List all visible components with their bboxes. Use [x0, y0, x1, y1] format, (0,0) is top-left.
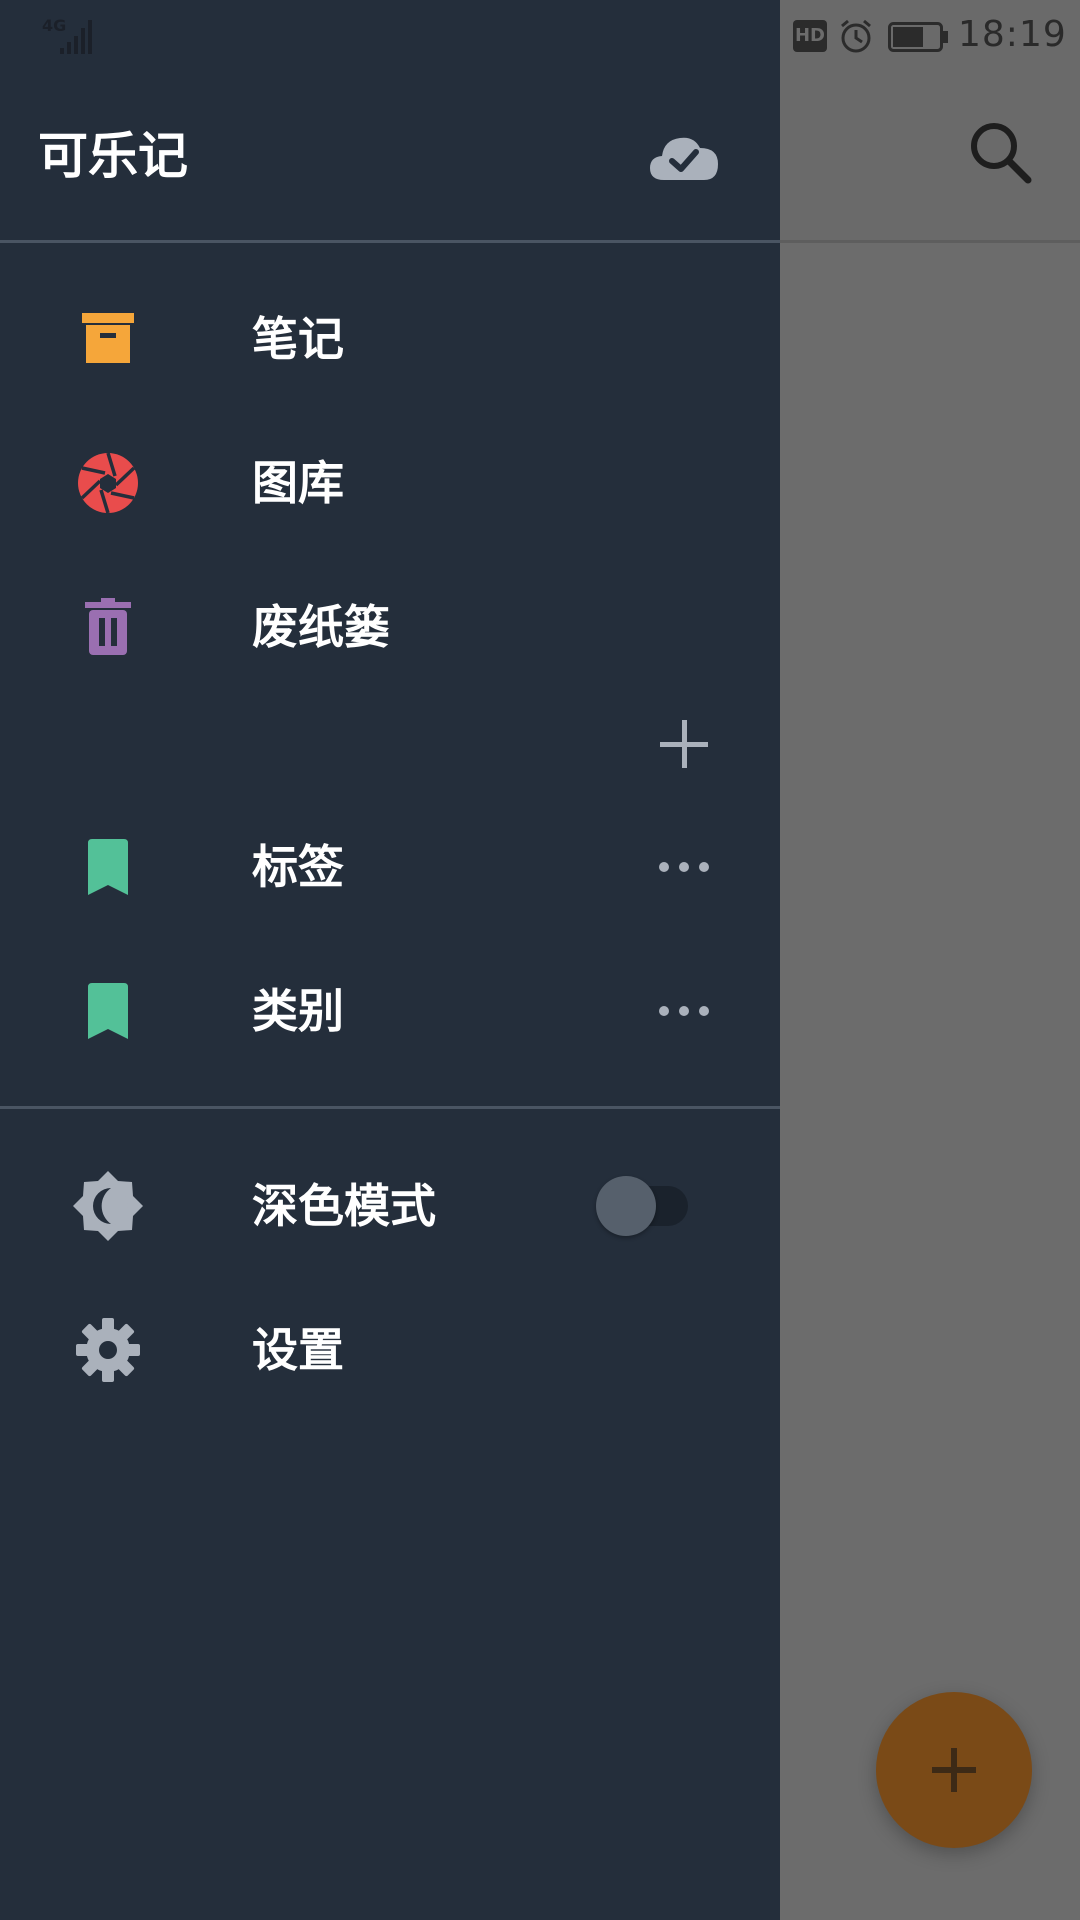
- more-options-icon[interactable]: [656, 993, 712, 1029]
- navigation-drawer: 可乐记 笔记 图库 废纸篓 标签 类别 深色模式 设置: [0, 0, 780, 1920]
- bookmark-icon: [72, 981, 144, 1041]
- menu-item-label: 深色模式: [252, 1179, 436, 1233]
- hd-badge: HD: [793, 20, 827, 52]
- app-title: 可乐记: [38, 127, 188, 185]
- menu-item-label: 标签: [252, 840, 344, 894]
- gear-icon: [72, 1318, 144, 1382]
- clock: 18:19: [958, 14, 1067, 55]
- menu-item-tags[interactable]: 标签: [0, 807, 780, 927]
- dark-mode-toggle[interactable]: [596, 1176, 692, 1236]
- menu-item-label: 笔记: [252, 312, 344, 366]
- bookmark-icon: [72, 837, 144, 897]
- cloud-check-icon[interactable]: [648, 130, 720, 182]
- camera-aperture-icon: [72, 452, 144, 514]
- battery-icon: [888, 22, 948, 52]
- signal-icon: [60, 20, 92, 54]
- menu-item-settings[interactable]: 设置: [0, 1290, 780, 1410]
- trash-icon: [72, 597, 144, 657]
- menu-item-notes[interactable]: 笔记: [0, 279, 780, 399]
- plus-icon: [932, 1748, 976, 1792]
- archive-box-icon: [72, 309, 144, 369]
- menu-item-categories[interactable]: 类别: [0, 951, 780, 1071]
- menu-item-trash[interactable]: 废纸篓: [0, 567, 780, 687]
- menu-item-label: 图库: [252, 456, 344, 510]
- toggle-knob: [596, 1176, 656, 1236]
- add-note-fab[interactable]: [876, 1692, 1032, 1848]
- menu-item-label: 类别: [252, 984, 344, 1038]
- status-bar: 4G HD 18:19: [0, 0, 1080, 76]
- more-options-icon[interactable]: [656, 849, 712, 885]
- alarm-icon: [841, 19, 871, 53]
- search-icon[interactable]: [968, 120, 1032, 184]
- menu-item-label: 设置: [252, 1323, 344, 1377]
- menu-item-gallery[interactable]: 图库: [0, 423, 780, 543]
- add-label-button[interactable]: [656, 716, 712, 772]
- menu-item-label: 废纸篓: [252, 600, 390, 654]
- drawer-divider: [0, 1106, 780, 1109]
- dark-mode-icon: [72, 1171, 144, 1241]
